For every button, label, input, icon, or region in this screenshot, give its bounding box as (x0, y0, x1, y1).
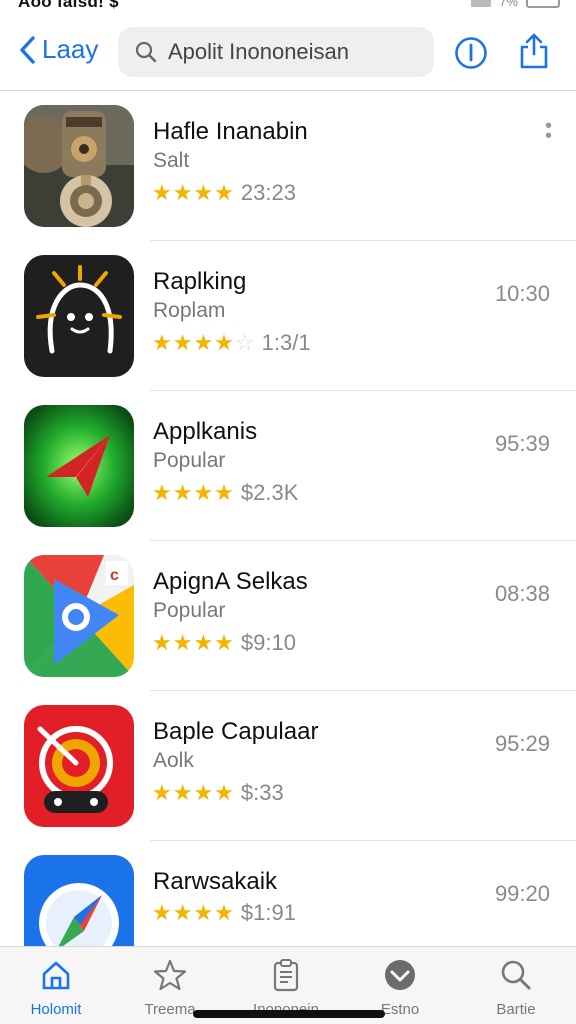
app-name: ApignA Selkas (153, 568, 308, 595)
app-name: Hafle Inanabin (153, 118, 308, 145)
rating-stars: ★★★★ (152, 480, 235, 505)
rating: ★★★★ $9:10 (152, 630, 296, 656)
list-item[interactable]: Hafle Inanabin Salt ★★★★ 23:23 • • (0, 91, 576, 241)
app-category: Aolk (153, 749, 194, 772)
tab-home[interactable]: Holomit (6, 957, 106, 1018)
app-time: 95:39 (494, 431, 550, 456)
rating-stars: ★★★★ (152, 630, 235, 655)
status-bar: Aoo falsd! $ 7% (0, 0, 576, 14)
gear-machine-icon (24, 105, 134, 227)
search-icon (135, 41, 157, 63)
info-circle-icon[interactable] (454, 36, 488, 70)
tab-label: Holomit (30, 1001, 82, 1018)
app-price: $9:10 (240, 630, 296, 655)
nav-bar: Laay Apolit Inononeisan (0, 22, 576, 88)
app-price: 1:3/1 (261, 330, 311, 355)
app-price: $:33 (240, 780, 284, 805)
tab-featured[interactable]: Treema (120, 957, 220, 1018)
app-icon-multicolor[interactable]: c (24, 555, 134, 677)
app-name: Rarwsakaik (153, 868, 278, 895)
app-time: 10:30 (494, 281, 550, 306)
status-icons: 7% (471, 0, 560, 9)
rating: ★★★★☆ 1:3/1 (152, 330, 311, 356)
battery-percent: 7% (499, 0, 518, 9)
target-icon (24, 705, 134, 827)
rating-stars: ★★★★ (152, 180, 235, 205)
app-price: $1:91 (240, 900, 296, 925)
more-icon[interactable]: • • (545, 116, 552, 146)
play-triangle-icon: c (24, 555, 134, 677)
app-price: 23:23 (240, 180, 296, 205)
tab-updates[interactable]: Estno (350, 957, 450, 1018)
app-time: 99:20 (494, 881, 550, 906)
chevron-left-icon (20, 35, 35, 64)
rating-stars: ★★★★☆ (152, 330, 256, 355)
app-category: Salt (153, 149, 190, 172)
list-item[interactable]: c ApignA Selkas Popular ★★★★ $9:10 08:38 (0, 541, 576, 691)
app-time: 95:29 (494, 731, 550, 756)
rating: ★★★★ 23:23 (152, 180, 296, 206)
back-button[interactable]: Laay (18, 34, 98, 65)
rating: ★★★★ $:33 (152, 780, 284, 806)
rating: ★★★★ $1:91 (152, 900, 296, 926)
home-indicator (193, 1010, 385, 1018)
smile-face-icon (24, 255, 134, 377)
list-item[interactable]: Raplking Roplam ★★★★☆ 1:3/1 10:30 (0, 241, 576, 391)
app-icon-target[interactable] (24, 705, 134, 827)
chevron-badge-icon (385, 960, 415, 990)
red-arrow-icon (24, 405, 134, 527)
app-list: Hafle Inanabin Salt ★★★★ 23:23 • • Raplki… (0, 91, 576, 991)
tab-search[interactable]: Bartie (466, 957, 566, 1018)
home-icon (42, 961, 70, 990)
rating-stars: ★★★★ (152, 780, 235, 805)
app-name: Applkanis (153, 418, 258, 445)
status-text: Aoo falsd! $ (18, 0, 119, 11)
signal-icon (471, 0, 492, 7)
tab-label: Bartie (496, 1001, 536, 1018)
search-query: Apolit Inononeisan (168, 39, 350, 64)
app-category: Roplam (153, 299, 226, 322)
app-icon-mechanical[interactable] (24, 105, 134, 227)
back-label: Laay (42, 34, 99, 64)
star-icon (153, 959, 187, 991)
rating-stars: ★★★★ (152, 900, 235, 925)
app-name: Raplking (153, 268, 247, 295)
share-icon[interactable] (518, 32, 550, 70)
list-item[interactable]: Baple Capulaar Aolk ★★★★ $:33 95:29 (0, 691, 576, 841)
app-category: Popular (153, 449, 226, 472)
svg-text:c: c (110, 567, 119, 584)
app-price: $2.3K (240, 480, 299, 505)
app-name: Baple Capulaar (153, 718, 319, 745)
app-time: 08:38 (494, 581, 550, 606)
battery-icon (526, 0, 560, 8)
list-item[interactable]: Applkanis Popular ★★★★ $2.3K 95:39 (0, 391, 576, 541)
search-icon (501, 960, 531, 990)
tab-lists[interactable]: Inononein (236, 957, 336, 1018)
app-icon-face[interactable] (24, 255, 134, 377)
rating: ★★★★ $2.3K (152, 480, 298, 506)
app-icon-arrow[interactable] (24, 405, 134, 527)
search-input[interactable]: Apolit Inononeisan (118, 27, 434, 77)
app-category: Popular (153, 599, 226, 622)
clipboard-icon (273, 959, 299, 992)
